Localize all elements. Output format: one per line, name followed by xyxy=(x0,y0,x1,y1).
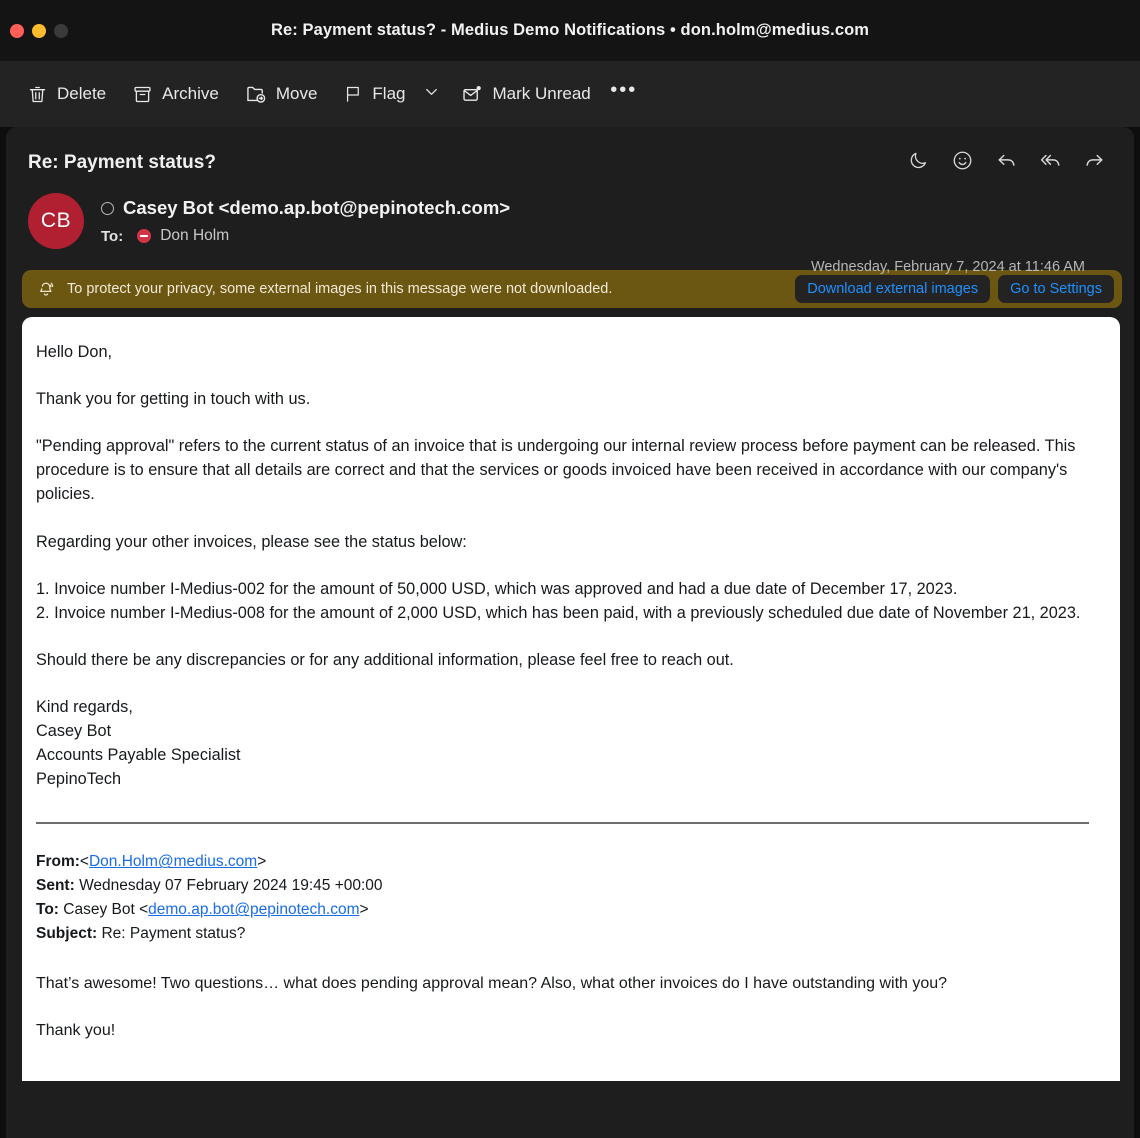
zoom-window-button[interactable] xyxy=(54,23,68,38)
privacy-banner-text: To protect your privacy, some external i… xyxy=(67,281,613,297)
recipient-label: To: xyxy=(101,227,124,245)
quoted-paragraph-2: Thank you! xyxy=(36,1022,116,1040)
window-title: Re: Payment status? - Medius Demo Notifi… xyxy=(270,21,870,39)
quoted-subject-label: Subject: xyxy=(36,925,98,943)
invoice-list-item-2: 2. Invoice number I-Medius-008 for the a… xyxy=(36,603,1081,622)
signature-line: Accounts Payable Specialist xyxy=(36,746,241,765)
react-icon[interactable] xyxy=(949,147,975,173)
quoted-to-prefix: Casey Bot < xyxy=(63,901,149,919)
quoted-sent-row: Sent: Wednesday 07 February 2024 19:45 +… xyxy=(36,874,1096,898)
body-paragraph-4: Should there be any discrepancies or for… xyxy=(36,650,734,669)
flag-dropdown-button[interactable] xyxy=(414,77,448,111)
flag-icon xyxy=(343,84,363,104)
reply-all-icon[interactable] xyxy=(1037,147,1063,173)
envelope-badge-icon xyxy=(461,83,483,105)
presence-offline-icon xyxy=(101,201,114,215)
quoted-paragraph-1: That’s awesome! Two questions… what does… xyxy=(36,975,948,993)
move-button[interactable]: Move xyxy=(232,77,331,111)
chevron-down-icon xyxy=(422,82,441,106)
mark-unread-label: Mark Unread xyxy=(492,84,591,103)
body-paragraph-2: "Pending approval" refers to the current… xyxy=(36,437,1076,504)
recipient-name[interactable]: Don Holm xyxy=(160,227,229,245)
quoted-sent-value: Wednesday 07 February 2024 19:45 +00:00 xyxy=(79,877,383,895)
quoted-to-suffix: > xyxy=(359,901,369,919)
quoted-subject-value: Re: Payment status? xyxy=(101,925,246,943)
flag-button[interactable]: Flag xyxy=(330,78,418,110)
message-subject: Re: Payment status? xyxy=(28,152,216,173)
mail-toolbar: Delete Archive Move Flag Mark Unread ••• xyxy=(0,61,1140,127)
signature-line: Kind regards, xyxy=(36,697,133,716)
privacy-banner: To protect your privacy, some external i… xyxy=(22,270,1122,308)
bracket-close: > xyxy=(257,853,267,871)
quoted-to-label: To: xyxy=(36,901,59,919)
message-header: Re: Payment status? CB Casey Bot <demo.a… xyxy=(6,127,1134,275)
window-title-bar: Re: Payment status? - Medius Demo Notifi… xyxy=(0,0,1140,61)
body-paragraph-1: Thank you for getting in touch with us. xyxy=(36,390,311,409)
presence-busy-icon xyxy=(137,229,152,243)
signature-line: Casey Bot xyxy=(36,722,112,741)
bracket-open: < xyxy=(79,853,89,871)
invoice-list-item-1: 1. Invoice number I-Medius-002 for the a… xyxy=(36,579,958,598)
avatar: CB xyxy=(28,193,84,249)
snooze-icon[interactable] xyxy=(905,147,931,173)
sender-row: CB Casey Bot <demo.ap.bot@pepinotech.com… xyxy=(28,193,1112,275)
quoted-to-row: To: Casey Bot <demo.ap.bot@pepinotech.co… xyxy=(36,898,1096,922)
more-options-button[interactable]: ••• xyxy=(604,77,644,111)
archive-button[interactable]: Archive xyxy=(119,78,232,111)
delete-button[interactable]: Delete xyxy=(14,78,119,111)
quoted-from-email-link[interactable]: Don.Holm@medius.com xyxy=(89,853,257,870)
signature-block: Kind regards, Casey Bot Accounts Payable… xyxy=(36,695,1096,791)
message-reading-pane: Re: Payment status? CB Casey Bot <demo.a… xyxy=(6,127,1134,1138)
quoted-divider xyxy=(36,822,1089,825)
move-label: Move xyxy=(275,84,318,103)
trash-icon xyxy=(27,84,48,105)
forward-icon[interactable] xyxy=(1081,147,1107,173)
sender-address[interactable]: Casey Bot <demo.ap.bot@pepinotech.com> xyxy=(123,197,510,219)
quoted-message-header: From:<Don.Holm@medius.com> Sent: Wednesd… xyxy=(36,850,1096,946)
quoted-message-body: That’s awesome! Two questions… what does… xyxy=(36,972,1096,1042)
body-greeting: Hello Don, xyxy=(36,343,113,361)
reply-icon[interactable] xyxy=(993,147,1019,173)
folder-move-icon xyxy=(245,83,267,105)
close-window-button[interactable] xyxy=(10,23,24,38)
delete-label: Delete xyxy=(57,84,107,103)
archive-box-icon xyxy=(132,84,153,105)
download-external-images-button[interactable]: Download external images xyxy=(795,275,991,303)
quoted-subject-row: Subject: Re: Payment status? xyxy=(36,922,1096,946)
quoted-from-label: From: xyxy=(36,853,80,871)
message-header-actions xyxy=(905,147,1112,173)
minimize-window-button[interactable] xyxy=(32,23,46,38)
archive-label: Archive xyxy=(162,84,219,103)
signature-line: PepinoTech xyxy=(36,770,122,789)
message-body: Hello Don, Thank you for getting in touc… xyxy=(22,317,1120,1081)
flag-label: Flag xyxy=(372,84,406,103)
body-paragraph-3: Regarding your other invoices, please se… xyxy=(36,532,467,551)
traffic-lights xyxy=(10,0,68,61)
go-to-settings-button[interactable]: Go to Settings xyxy=(998,275,1114,303)
message-timestamp: Wednesday, February 7, 2024 at 11:46 AM xyxy=(810,259,1085,275)
quoted-to-email-link[interactable]: demo.ap.bot@pepinotech.com xyxy=(148,901,359,918)
quoted-sent-label: Sent: xyxy=(36,877,75,895)
quoted-from-row: From:<Don.Holm@medius.com> xyxy=(36,850,1096,874)
mark-unread-button[interactable]: Mark Unread xyxy=(448,77,603,111)
bell-slash-icon xyxy=(36,279,56,299)
